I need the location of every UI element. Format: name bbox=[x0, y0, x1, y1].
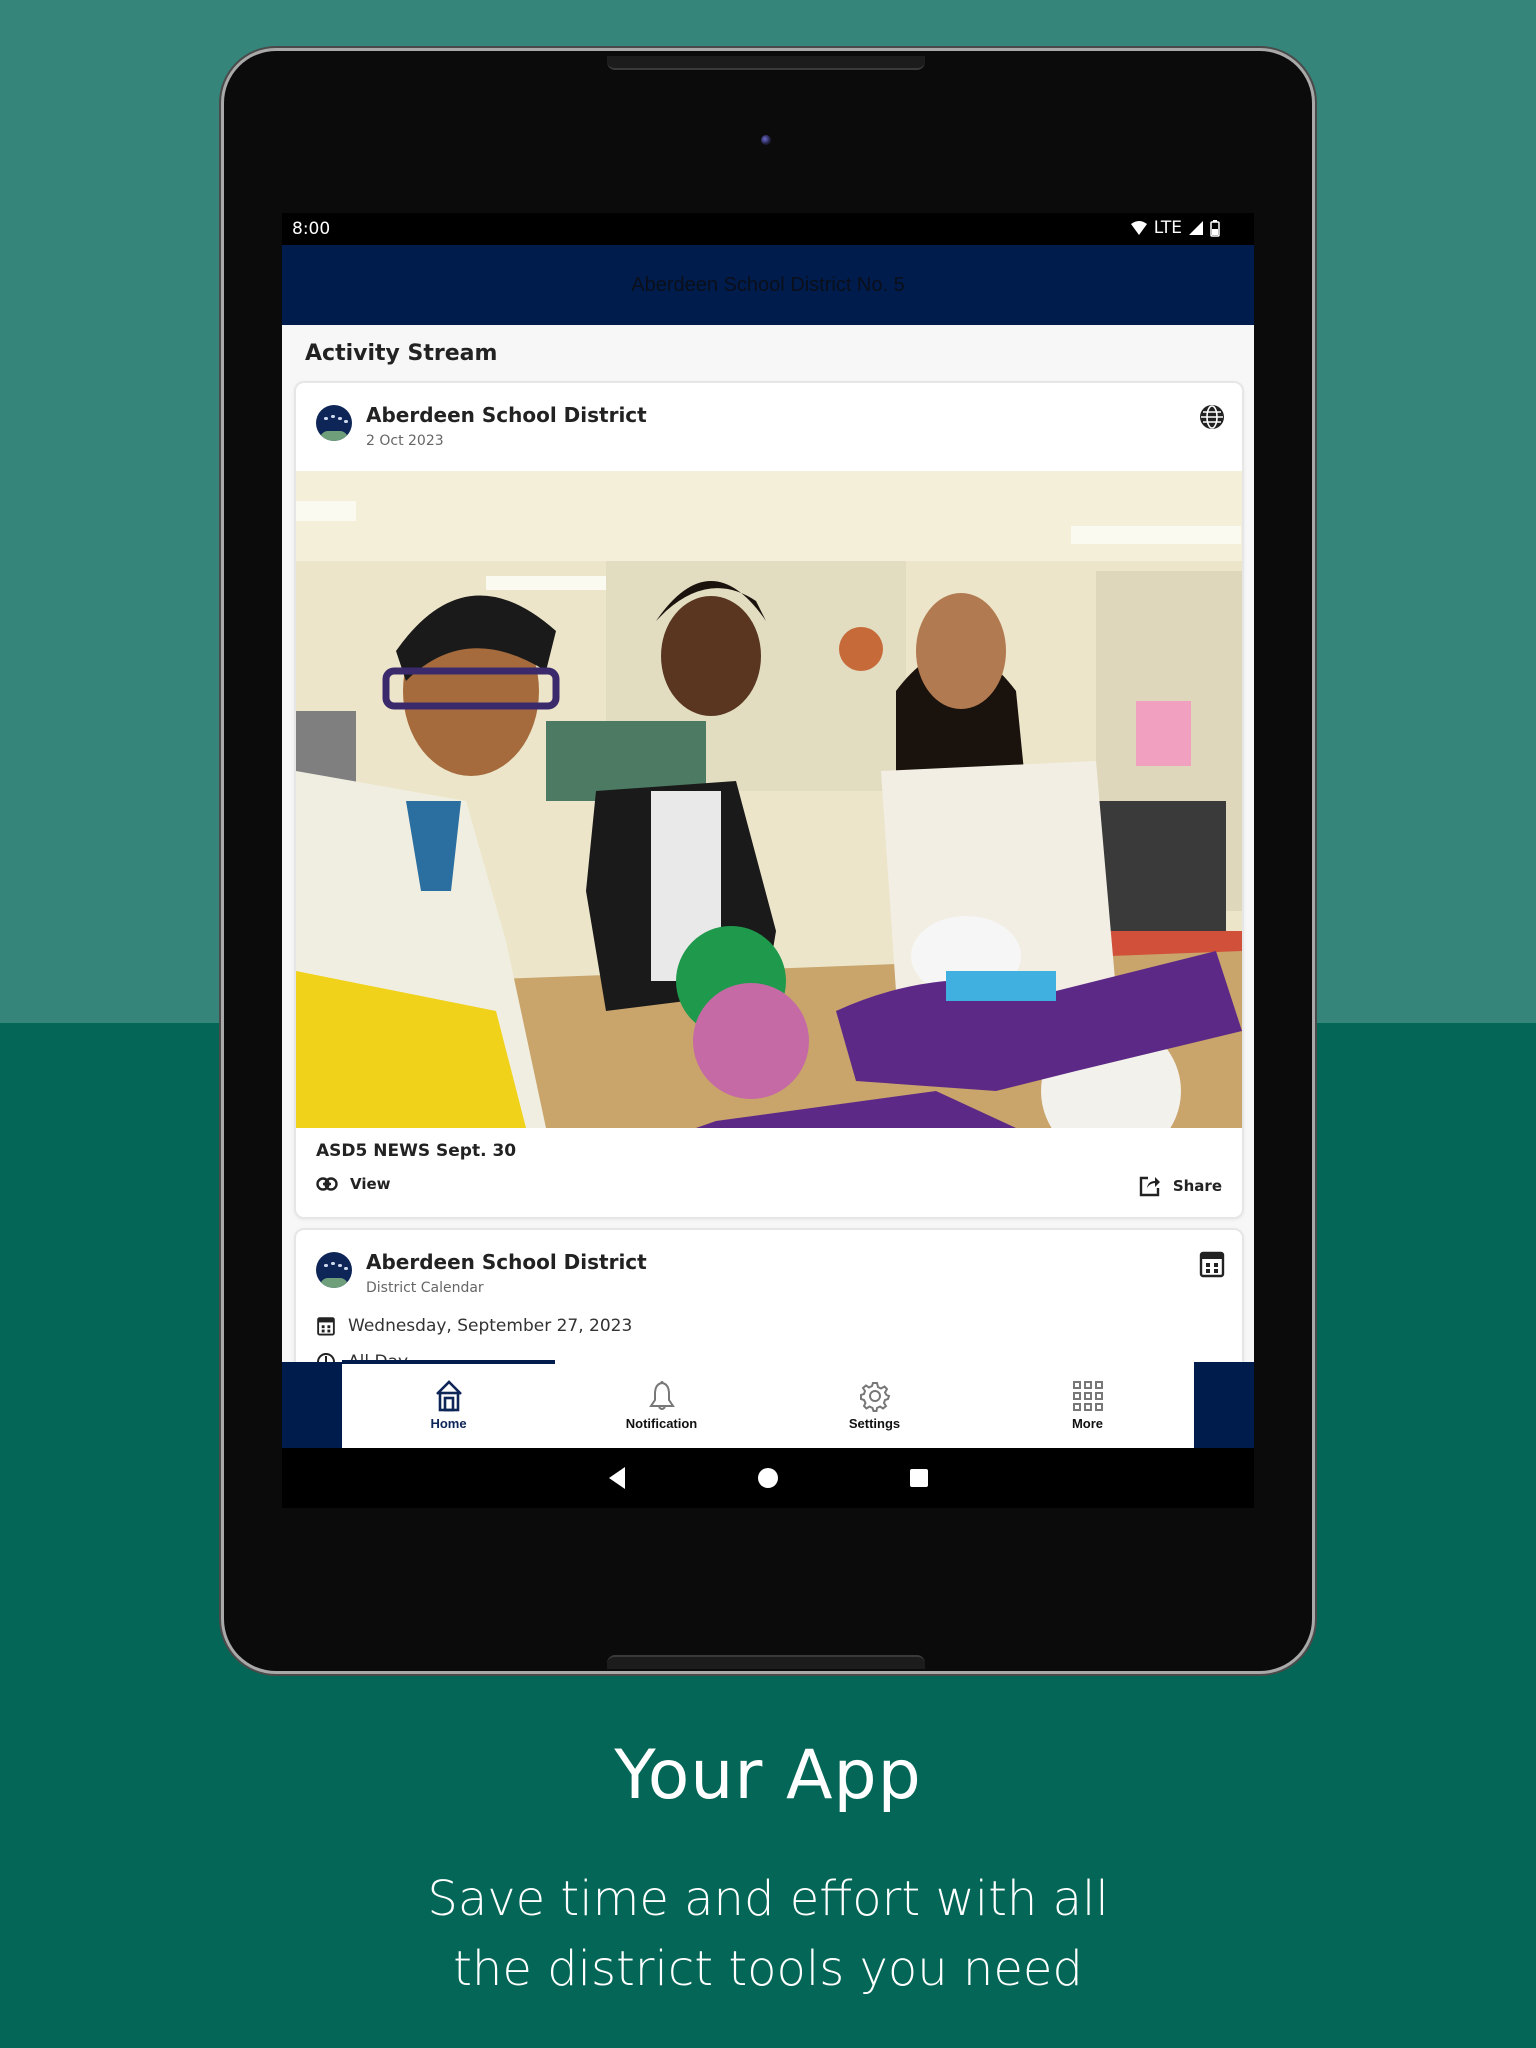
post-author: Aberdeen School District bbox=[366, 403, 647, 427]
bottom-nav-panel: Home Notification Settings More bbox=[342, 1362, 1194, 1448]
status-icons: LTE bbox=[1130, 218, 1220, 238]
bottom-navigation: Home Notification Settings More bbox=[282, 1360, 1254, 1448]
gear-icon bbox=[859, 1381, 890, 1412]
event-source: District Calendar bbox=[366, 1280, 484, 1296]
event-date-row: Wednesday, September 27, 2023 bbox=[316, 1316, 632, 1336]
nav-notification-label: Notification bbox=[625, 1415, 698, 1431]
post-date: 2 Oct 2023 bbox=[366, 433, 444, 449]
tablet-top-notch bbox=[607, 56, 925, 70]
promo-title: Your App bbox=[614, 1736, 922, 1815]
nav-settings[interactable]: Settings bbox=[768, 1362, 981, 1448]
front-camera bbox=[761, 135, 771, 145]
app-title: Aberdeen School District No. 5 bbox=[631, 273, 905, 296]
link-icon bbox=[316, 1177, 338, 1191]
event-author: Aberdeen School District bbox=[366, 1250, 647, 1274]
promo-subtitle-line2: the district tools you need bbox=[453, 1941, 1083, 1997]
avatar bbox=[316, 405, 352, 441]
grid-icon bbox=[1072, 1380, 1103, 1411]
globe-icon bbox=[1200, 405, 1224, 429]
post-card[interactable]: Aberdeen School District 2 Oct 2023 ASD5… bbox=[294, 381, 1244, 1219]
event-date: Wednesday, September 27, 2023 bbox=[348, 1316, 633, 1336]
home-circle-icon[interactable] bbox=[757, 1467, 779, 1489]
battery-icon bbox=[1210, 219, 1220, 237]
system-navigation-bar bbox=[282, 1448, 1254, 1508]
nav-more-label: More bbox=[1071, 1415, 1104, 1431]
recents-icon[interactable] bbox=[909, 1468, 929, 1488]
nav-more[interactable]: More bbox=[981, 1362, 1194, 1448]
promo-subtitle: Save time and effort with all the distri… bbox=[0, 1864, 1536, 2004]
view-button[interactable]: View bbox=[316, 1175, 391, 1193]
app-header: Aberdeen School District No. 5 bbox=[282, 245, 1254, 325]
nav-home-label: Home bbox=[430, 1415, 467, 1431]
calendar-small-icon bbox=[317, 1317, 335, 1336]
section-title: Activity Stream bbox=[305, 341, 498, 366]
classroom-photo bbox=[296, 471, 1242, 1128]
post-image[interactable] bbox=[296, 471, 1242, 1128]
back-icon[interactable] bbox=[607, 1466, 627, 1490]
avatar bbox=[316, 1252, 352, 1288]
status-bar: 8:00 LTE bbox=[282, 213, 1254, 245]
tablet-bottom-notch bbox=[607, 1655, 925, 1669]
promo-subtitle-line1: Save time and effort with all bbox=[427, 1871, 1109, 1927]
share-label: Share bbox=[1172, 1177, 1222, 1195]
status-time: 8:00 bbox=[292, 219, 331, 239]
nav-notification[interactable]: Notification bbox=[555, 1362, 768, 1448]
signal-icon bbox=[1189, 221, 1203, 235]
post-title: ASD5 NEWS Sept. 30 bbox=[316, 1141, 517, 1161]
wifi-icon bbox=[1130, 221, 1147, 235]
view-label: View bbox=[350, 1175, 391, 1193]
device-screen: 8:00 LTE Aberdeen School District No. 5 … bbox=[282, 213, 1254, 1508]
home-icon bbox=[435, 1379, 462, 1411]
share-button[interactable]: Share bbox=[1139, 1175, 1222, 1197]
network-type: LTE bbox=[1153, 218, 1182, 238]
calendar-icon bbox=[1199, 1251, 1225, 1278]
share-icon bbox=[1139, 1176, 1160, 1197]
bell-icon bbox=[648, 1380, 675, 1410]
active-tab-indicator bbox=[342, 1360, 555, 1364]
nav-home[interactable]: Home bbox=[342, 1362, 555, 1448]
nav-settings-label: Settings bbox=[848, 1415, 901, 1431]
